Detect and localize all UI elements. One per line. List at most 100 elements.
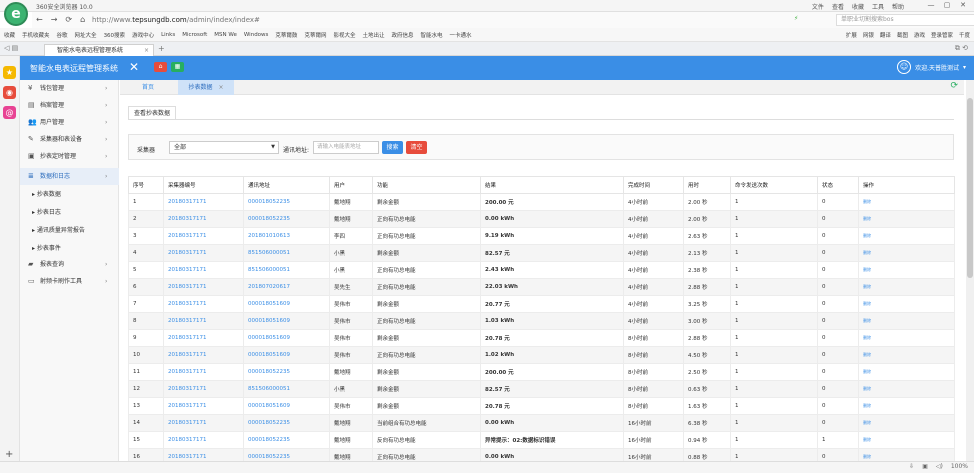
table-cell[interactable]: 000018052235 — [243, 363, 330, 381]
collapse-icon[interactable]: ✕ — [129, 60, 139, 74]
refresh-icon[interactable]: ⟳ — [950, 81, 958, 91]
table-cell[interactable]: 20180317171 — [163, 380, 244, 398]
delete-link[interactable]: 删除 — [863, 454, 871, 459]
download-icon[interactable]: ⇩ — [909, 463, 914, 470]
table-cell[interactable]: 000018051609 — [243, 397, 330, 415]
delete-link[interactable]: 删除 — [863, 386, 871, 391]
table-cell[interactable]: 851506000051 — [243, 380, 330, 398]
fav-item[interactable]: MSN We — [214, 32, 237, 38]
fav-item[interactable]: 土地出让 — [362, 31, 384, 39]
fav-item[interactable]: 克蒂爾网 — [304, 31, 326, 39]
table-cell[interactable]: 851506000051 — [243, 244, 330, 262]
user-menu[interactable]: ☺ 欢迎,天普胜测试 ▾ — [897, 60, 966, 74]
weibo-icon[interactable]: ◉ — [3, 86, 16, 99]
back-icon[interactable]: ← — [36, 15, 43, 24]
sidebar-item-schedule[interactable]: ▣ 抄表定时管理 › — [20, 148, 119, 165]
table-cell[interactable]: 000018051609 — [243, 329, 330, 347]
fav-tool[interactable]: 千度 — [959, 31, 970, 39]
table-cell[interactable]: 20180317171 — [163, 278, 244, 296]
browser-tab[interactable]: 智能水电表远程管理系统 × — [44, 44, 154, 56]
tab-close-icon[interactable]: × — [144, 45, 149, 56]
sidebar-item-reports[interactable]: ▰ 报表查询 › — [20, 256, 119, 273]
delete-link[interactable]: 删除 — [863, 318, 871, 323]
fav-item[interactable]: 收藏 — [4, 31, 15, 39]
sidebar-item-archive[interactable]: ▤ 档案管理 › — [20, 97, 119, 114]
sidebar-item-data-logs[interactable]: ≣ 数据和日志 › — [20, 168, 119, 185]
delete-link[interactable]: 删除 — [863, 403, 871, 408]
table-cell[interactable]: 20180317171 — [163, 329, 244, 347]
delete-link[interactable]: 删除 — [863, 216, 871, 221]
delete-link[interactable]: 删除 — [863, 267, 871, 272]
table-cell[interactable]: 851506000051 — [243, 261, 330, 279]
table-cell[interactable]: 20180317171 — [163, 363, 244, 381]
delete-link[interactable]: 删除 — [863, 233, 871, 238]
table-cell[interactable]: 000018052235 — [243, 193, 330, 211]
zoom-label[interactable]: 100% — [951, 463, 968, 470]
table-cell[interactable]: 20180317171 — [163, 244, 244, 262]
scrollbar-thumb[interactable] — [967, 98, 973, 278]
table-cell[interactable]: 20180317171 — [163, 261, 244, 279]
table-cell[interactable]: 201801010613 — [243, 227, 330, 245]
delete-link[interactable]: 删除 — [863, 301, 871, 306]
forward-icon[interactable]: → — [51, 15, 58, 24]
sidebar-toggle-icon[interactable]: ◁ ▤ — [4, 44, 18, 52]
table-cell[interactable]: 20180317171 — [163, 295, 244, 313]
collector-select[interactable]: 全部 ▼ — [169, 141, 279, 154]
mail-icon[interactable]: @ — [3, 106, 16, 119]
sidebar-subitem-meter-log[interactable]: ▸ 抄表日志 — [20, 204, 119, 221]
fav-item[interactable]: 游戏中心 — [132, 31, 154, 39]
fav-tool[interactable]: 翻译 — [880, 31, 891, 39]
fav-item[interactable]: 一卡通水 — [450, 31, 472, 39]
fav-item[interactable]: Links — [161, 32, 175, 38]
scrollbar[interactable] — [966, 80, 974, 473]
tab-meter-data[interactable]: 抄表数据 × — [178, 80, 234, 95]
fav-item[interactable]: 360搜索 — [104, 31, 126, 39]
menu-favorites[interactable]: 收藏 — [852, 2, 864, 11]
volume-icon[interactable]: ◁) — [936, 463, 943, 470]
menu-file[interactable]: 文件 — [812, 2, 824, 11]
grid-button-icon[interactable]: ▦ — [171, 62, 184, 72]
screenshot-icon[interactable]: ▣ — [922, 463, 928, 470]
delete-link[interactable]: 删除 — [863, 369, 871, 374]
delete-link[interactable]: 删除 — [863, 437, 871, 442]
sidebar-item-devices[interactable]: ✎ 采集器和表设备 › — [20, 131, 119, 148]
table-cell[interactable]: 000018052235 — [243, 431, 330, 449]
subtab-view-data[interactable]: 查看抄表数据 — [128, 106, 177, 120]
table-cell[interactable]: 000018052235 — [243, 210, 330, 228]
fav-item[interactable]: 手机收藏夹 — [22, 31, 50, 39]
delete-link[interactable]: 删除 — [863, 250, 871, 255]
table-cell[interactable]: 20180317171 — [163, 227, 244, 245]
table-cell[interactable]: 000018052235 — [243, 414, 330, 432]
fav-item[interactable]: 克蒂爾鼓 — [275, 31, 297, 39]
tab-close-icon[interactable]: × — [218, 84, 223, 91]
add-icon[interactable]: + — [5, 449, 13, 460]
security-icon[interactable]: ⚡ — [794, 15, 798, 22]
menu-tools[interactable]: 工具 — [872, 2, 884, 11]
fav-tool[interactable]: 网银 — [863, 31, 874, 39]
fav-item[interactable]: 影视大全 — [333, 31, 355, 39]
home-icon[interactable]: ⌂ — [80, 15, 85, 24]
tab-home[interactable]: 首页 — [128, 80, 168, 95]
fav-item[interactable]: 谷歌 — [57, 31, 68, 39]
home-button-icon[interactable]: ⌂ — [154, 62, 167, 72]
url-field[interactable]: http://www.tepsungdb.com/admin/index/ind… — [92, 14, 792, 26]
sidebar-item-rf-tools[interactable]: ▭ 射频卡刷作工具 › — [20, 273, 119, 290]
fav-item[interactable]: Windows — [244, 32, 269, 38]
table-cell[interactable]: 20180317171 — [163, 312, 244, 330]
sidebar-item-wallet[interactable]: ¥ 钱包管理 › — [20, 80, 119, 97]
delete-link[interactable]: 删除 — [863, 199, 871, 204]
menu-help[interactable]: 帮助 — [892, 2, 904, 11]
delete-link[interactable]: 删除 — [863, 335, 871, 340]
fav-tool[interactable]: 登录管家 — [931, 31, 953, 39]
fav-item[interactable]: 智能水电 — [421, 31, 443, 39]
address-input[interactable]: 请输入电能表地址 — [313, 141, 379, 154]
clear-button[interactable]: 清空 — [406, 141, 427, 154]
menu-view[interactable]: 查看 — [832, 2, 844, 11]
new-tab-icon[interactable]: + — [158, 44, 165, 53]
delete-link[interactable]: 删除 — [863, 352, 871, 357]
minimize-icon[interactable]: — — [924, 0, 938, 10]
sidebar-subitem-comm-report[interactable]: ▸ 通讯质量异常报告 — [20, 222, 119, 239]
fav-item[interactable]: Microsoft — [182, 32, 207, 38]
maximize-icon[interactable]: ▢ — [940, 0, 954, 10]
sidebar-subitem-meter-data[interactable]: ▸ 抄表数据 — [20, 186, 119, 203]
